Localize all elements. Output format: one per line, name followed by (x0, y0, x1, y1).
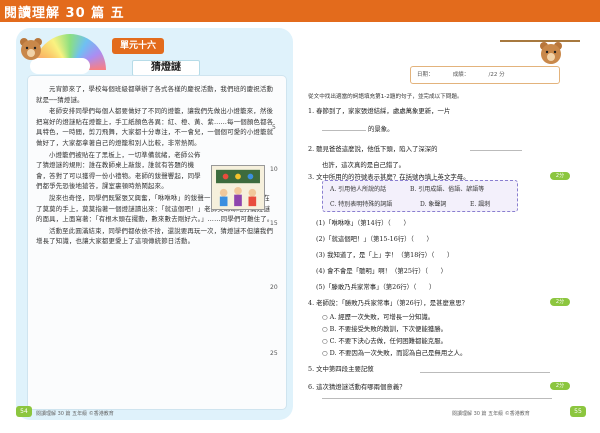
bear-on-swing-icon (540, 42, 562, 64)
score-pill: 2分 (550, 382, 570, 390)
story-paragraph: 活動至此圓滿結束，同學們都依依不捨，還說要再玩一次，猜燈謎不但讓我們增長了知識，… (36, 226, 274, 246)
book-title: 閱讀理解 30 篇 五 (4, 6, 125, 21)
date-score-box: 日期： 成績： /22 分 (410, 66, 560, 84)
q3-item-2: (2)「就這個吧！」（第15-16行）（ ） (316, 235, 433, 243)
option-d[interactable]: ○ D. 不要因為一次失敗，而認為自己是無用之人。 (322, 348, 466, 357)
question-2: 2. 聽見爸爸這麼說，他低下頭，陷入了深深的 (308, 145, 438, 153)
option-a[interactable]: ○ A. 經歷一次失敗，可增長一分知識。 (322, 312, 434, 321)
question-1: 1. 春節到了，家家張燈結綵，處處萬象更新，一片 (308, 107, 451, 115)
q3-item-1: (1)「咻咻咻」（第14行）（ ） (316, 219, 410, 227)
choice-c: C. 特別表明特殊的詞語 (330, 201, 393, 208)
question-1-cont: 的景象。 (368, 125, 394, 133)
question-6: 6. 這次猜燈謎活動有哪兩個意義？ (308, 383, 406, 391)
q3-item-4: (4) 會不會是「聽明」啊！（第25行）（ ） (316, 267, 448, 275)
line-number: 15 (270, 220, 278, 227)
line-number: 5 (272, 124, 276, 131)
unit-badge: 單元十六 (112, 38, 165, 54)
story-paragraph: 老師安排同學們每個人都要做好了不同的燈籠，讓我們先做出小燈籠來，然後把寫好的燈謎… (36, 107, 274, 147)
q3-item-3: (3) 我知道了，是「上」字！（第18行）（ ） (316, 251, 454, 259)
choice-e: E. 諷刺 (470, 201, 491, 208)
lesson-title: 猜燈謎 (132, 60, 200, 76)
answer-line[interactable] (322, 130, 366, 131)
bear-mascot-icon (20, 38, 42, 60)
choice-b: B. 引用成語、俗語、諺語等 (410, 186, 485, 193)
answer-line[interactable] (470, 150, 522, 151)
choice-a: A. 引用他人所說的話 (330, 186, 387, 193)
line-number: 20 (270, 284, 278, 291)
score-pill: 2分 (550, 172, 570, 180)
footer-left: 閱讀理解 30 篇 五年級 ©香港教育 (36, 411, 114, 417)
story-paragraph: 元宵節來了，學校每個班級都舉辦了各式各樣的慶祝活動，我們班的慶祝活動就是──猜燈… (36, 85, 274, 104)
question-4: 4. 老師說：「勝敗乃兵家常事」（第26行），是甚麼意思？ (308, 299, 469, 307)
story-paragraph: 小燈籠們被貼在了黑板上，一切準備就緒，老師公佈了猜燈謎的規則：誰在教師桌上敲鈸，… (36, 150, 201, 191)
choice-d: D. 象聲詞 (420, 201, 447, 208)
page-number-right: 55 (570, 406, 586, 417)
option-b[interactable]: ○ B. 不要接受失敗的教訓，下次便能獲勝。 (322, 324, 447, 333)
question-5: 5. 文中第四段主要記敘 (308, 365, 374, 373)
q3-item-5: (5)「滕敢乃兵家常事」（第26行）（ ） (316, 283, 436, 291)
question-2-cont: 也許，這次真的是自己錯了。 (322, 161, 406, 169)
line-number: 10 (270, 166, 278, 173)
classroom-illustration (211, 165, 265, 210)
line-number: 25 (270, 350, 278, 357)
footer-right: 閱讀理解 30 篇 五年級 ©香港教育 (452, 411, 530, 417)
score-pill: 2分 (550, 298, 570, 306)
answer-line[interactable] (322, 398, 552, 399)
instructions: 從文中找出適當的詞語填充第1-2題的句子，並完成以下問題。 (308, 94, 463, 100)
page-number-left: 54 (16, 406, 32, 417)
answer-line[interactable] (420, 372, 550, 373)
option-c[interactable]: ○ C. 不要下決心去做，任何困難都能克服。 (322, 336, 447, 345)
